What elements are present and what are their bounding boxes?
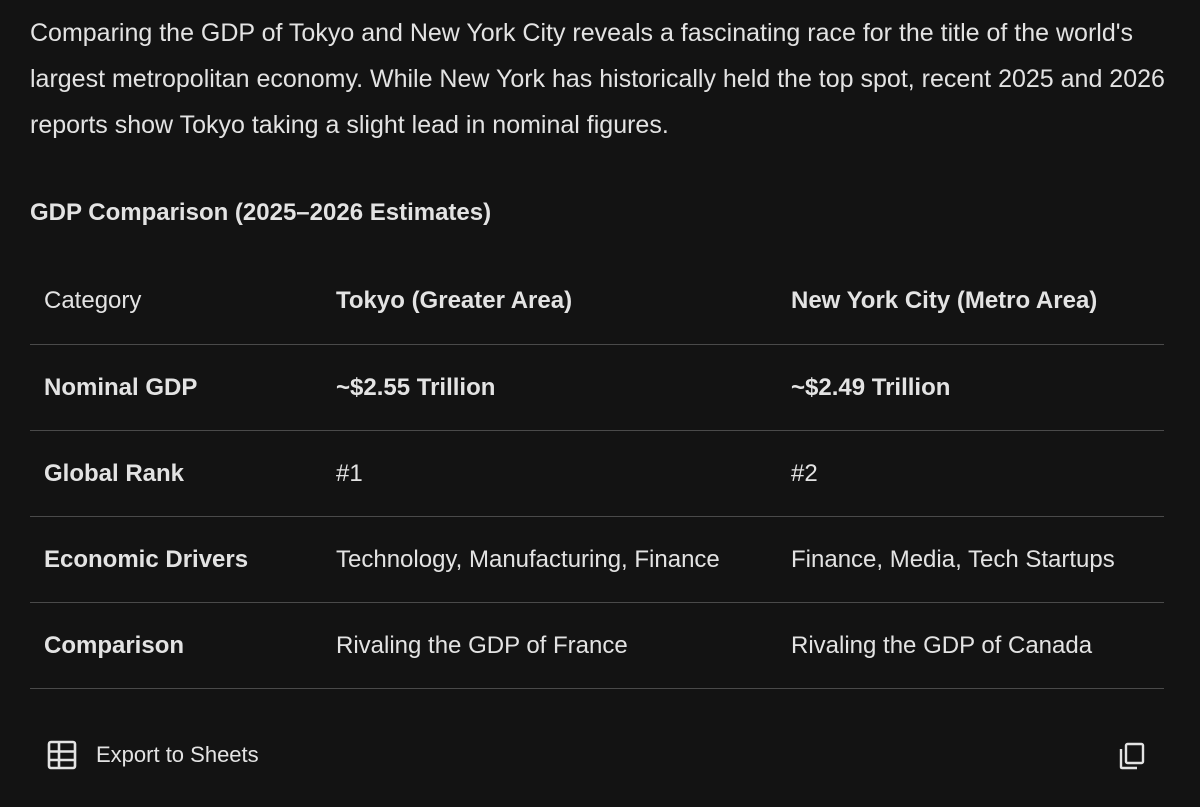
table-row: Global Rank #1 #2 <box>30 431 1164 517</box>
tokyo-value: Rivaling the GDP of France <box>336 631 628 659</box>
export-to-sheets-button[interactable]: Export to Sheets <box>46 739 259 771</box>
copy-button[interactable] <box>1117 741 1147 771</box>
new-york-value: #2 <box>791 459 818 487</box>
intro-paragraph: Comparing the GDP of Tokyo and New York … <box>30 19 1165 139</box>
row-label: Global Rank <box>44 459 185 487</box>
tokyo-value: Technology, Manufacturing, Finance <box>336 545 720 573</box>
row-label: Nominal GDP <box>44 373 198 401</box>
header-tokyo: Tokyo (Greater Area) <box>336 287 573 314</box>
header-new-york: New York City (Metro Area) <box>791 287 1098 314</box>
table-row: Nominal GDP ~$2.55 Trillion ~$2.49 Trill… <box>30 345 1164 431</box>
table-row: Economic Drivers Technology, Manufacturi… <box>30 517 1164 603</box>
table-header-row: Category Tokyo (Greater Area) New York C… <box>30 258 1164 345</box>
tokyo-value: ~$2.55 Trillion <box>336 373 496 401</box>
export-to-sheets-label: Export to Sheets <box>96 742 259 767</box>
header-category: Category <box>44 287 142 314</box>
new-york-value: Rivaling the GDP of Canada <box>791 631 1093 659</box>
tokyo-value: #1 <box>336 459 363 487</box>
table-row: Comparison Rivaling the GDP of France Ri… <box>30 603 1164 689</box>
table-grid-icon <box>46 739 78 771</box>
section-heading: GDP Comparison (2025–2026 Estimates) <box>30 199 492 226</box>
new-york-value: ~$2.49 Trillion <box>791 373 951 401</box>
gdp-comparison-table: Category Tokyo (Greater Area) New York C… <box>30 258 1164 689</box>
copy-icon <box>1117 741 1147 771</box>
row-label: Economic Drivers <box>44 545 249 573</box>
new-york-value: Finance, Media, Tech Startups <box>791 545 1115 573</box>
row-label: Comparison <box>44 631 185 659</box>
